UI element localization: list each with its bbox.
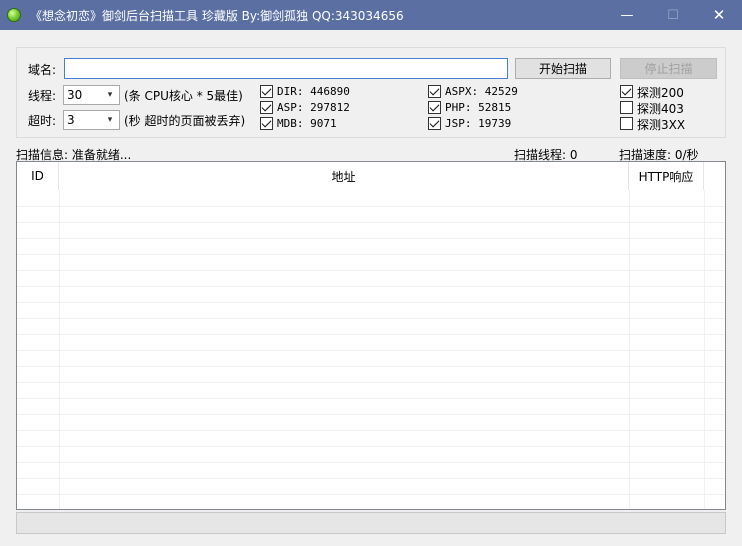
table-row-line (17, 350, 725, 351)
probe-200-label: 探测200 (637, 86, 684, 100)
checkbox-mdb[interactable] (260, 117, 273, 130)
table-row-line (17, 494, 725, 495)
checkbox-aspx[interactable] (428, 85, 441, 98)
table-row-line (17, 334, 725, 335)
app-icon (7, 8, 21, 22)
table-row-line (17, 238, 725, 239)
table-row-line (17, 270, 725, 271)
results-table[interactable]: ID 地址 HTTP响应 (16, 161, 726, 510)
table-column-line (704, 190, 705, 509)
checkbox-php[interactable] (428, 101, 441, 114)
dict-mdb-label: MDB: 9071 (277, 117, 337, 130)
checkbox-dir[interactable] (260, 85, 273, 98)
threads-select[interactable]: 30 ▾ (63, 85, 120, 105)
table-row-line (17, 430, 725, 431)
maximize-button[interactable]: ☐ (650, 0, 696, 30)
dict-asp-label: ASP: 297812 (277, 101, 350, 114)
table-column-line (629, 190, 630, 509)
title-bar: 《想念初恋》御剑后台扫描工具 珍藏版 By:御剑孤独 QQ:343034656 … (0, 0, 742, 30)
probe-403-label: 探测403 (637, 102, 684, 116)
column-header-address[interactable]: 地址 (59, 162, 629, 190)
timeout-select[interactable]: 3 ▾ (63, 110, 120, 130)
window-title: 《想念初恋》御剑后台扫描工具 珍藏版 By:御剑孤独 QQ:343034656 (30, 9, 404, 23)
table-row-line (17, 286, 725, 287)
chevron-down-icon: ▾ (107, 90, 113, 100)
threads-label: 线程: (28, 89, 57, 103)
domain-input[interactable] (64, 58, 508, 79)
timeout-value: 3 (67, 113, 75, 127)
dict-dir-label: DIR: 446890 (277, 85, 350, 98)
close-button[interactable]: ✕ (696, 0, 742, 30)
domain-label: 域名: (28, 63, 57, 77)
threads-value: 30 (67, 88, 83, 102)
table-row-line (17, 478, 725, 479)
table-row-line (17, 462, 725, 463)
table-row-line (17, 366, 725, 367)
checkbox-probe-3xx[interactable] (620, 117, 633, 130)
table-row-line (17, 414, 725, 415)
dict-jsp-label: JSP: 19739 (445, 117, 512, 130)
dict-aspx-label: ASPX: 42529 (445, 85, 518, 98)
timeout-label: 超时: (28, 114, 57, 128)
column-header-http-response[interactable]: HTTP响应 (629, 162, 704, 190)
table-row-line (17, 318, 725, 319)
timeout-hint: (秒 超时的页面被丢弃) (124, 114, 246, 128)
table-row-line (17, 254, 725, 255)
minimize-button[interactable]: — (604, 0, 650, 30)
table-column-line (59, 190, 60, 509)
table-row-line (17, 206, 725, 207)
stop-scan-button[interactable]: 停止扫描 (620, 58, 717, 79)
checkbox-probe-200[interactable] (620, 85, 633, 98)
table-row-line (17, 446, 725, 447)
table-row-line (17, 382, 725, 383)
probe-3xx-label: 探测3XX (637, 118, 686, 132)
table-row-line (17, 302, 725, 303)
chevron-down-icon: ▾ (107, 115, 113, 125)
table-header: ID 地址 HTTP响应 (17, 162, 725, 190)
checkbox-asp[interactable] (260, 101, 273, 114)
checkbox-probe-403[interactable] (620, 101, 633, 114)
checkbox-jsp[interactable] (428, 117, 441, 130)
table-row-line (17, 398, 725, 399)
start-scan-button[interactable]: 开始扫描 (515, 58, 611, 79)
column-header-id[interactable]: ID (17, 162, 59, 190)
status-bar (16, 512, 726, 534)
threads-hint: (条 CPU核心 * 5最佳) (124, 89, 243, 103)
table-row-line (17, 222, 725, 223)
dict-php-label: PHP: 52815 (445, 101, 512, 114)
